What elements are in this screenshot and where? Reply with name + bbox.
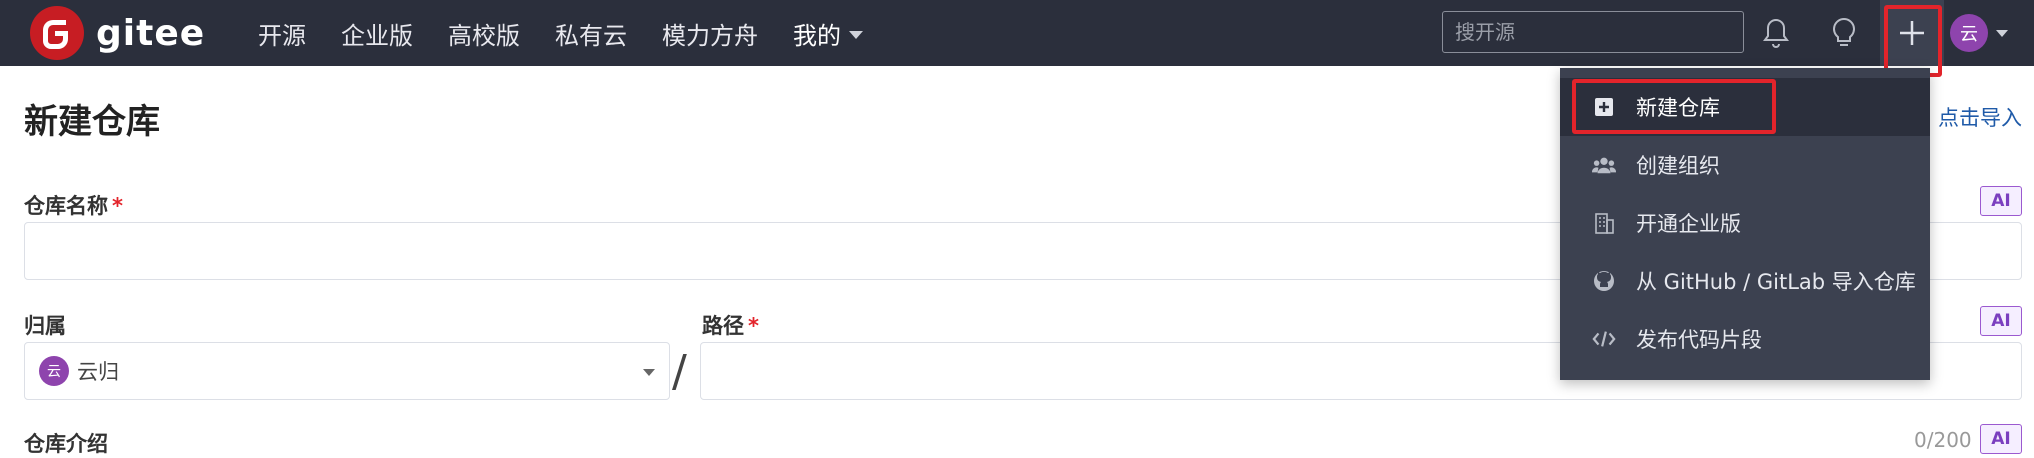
chevron-down-icon: [849, 30, 863, 39]
create-plus-button[interactable]: [1880, 0, 1944, 66]
required-mark: *: [748, 314, 759, 338]
building-icon: [1592, 211, 1616, 235]
nav-enterprise[interactable]: 企业版: [341, 16, 413, 51]
plus-square-icon: [1592, 95, 1616, 119]
ai-badge-path[interactable]: AI: [1980, 306, 2022, 336]
menu-item-label: 开通企业版: [1636, 212, 1741, 236]
gitee-logo[interactable]: gitee: [30, 6, 205, 60]
menu-item-publish-snippet[interactable]: 发布代码片段: [1560, 310, 1930, 368]
menu-item-label: 创建组织: [1636, 154, 1720, 178]
nav-mine-label: 我的: [793, 21, 841, 50]
chevron-down-icon: [643, 369, 655, 376]
github-icon: [1592, 269, 1616, 293]
gitee-logo-icon: [30, 6, 84, 60]
import-link[interactable]: 点击导入: [1938, 102, 2022, 132]
nav-private-cloud[interactable]: 私有云: [555, 16, 627, 51]
menu-item-enterprise[interactable]: 开通企业版: [1560, 194, 1930, 252]
nav-open-source[interactable]: 开源: [258, 16, 306, 51]
top-navbar: gitee 开源 企业版 高校版 私有云 模力方舟 我的 云: [0, 0, 2034, 66]
path-separator: /: [672, 346, 687, 397]
main-nav: 开源 企业版 高校版 私有云 模力方舟 我的: [258, 0, 898, 66]
ai-badge-repo-name[interactable]: AI: [1980, 186, 2022, 216]
search-input[interactable]: [1442, 11, 1744, 53]
page-title: 新建仓库: [24, 102, 160, 142]
nav-mine-dropdown[interactable]: 我的: [793, 16, 863, 51]
user-avatar[interactable]: 云: [1950, 14, 1988, 52]
menu-item-new-repo[interactable]: 新建仓库: [1560, 78, 1930, 136]
menu-item-import-github-gitlab[interactable]: 从 GitHub / GitLab 导入仓库: [1560, 252, 1930, 310]
code-icon: [1592, 327, 1616, 351]
logo-text: gitee: [96, 12, 206, 54]
users-icon: [1592, 153, 1616, 177]
repo-name-label: 仓库名称 *: [24, 190, 123, 220]
owner-avatar: 云: [39, 356, 69, 386]
menu-item-label: 发布代码片段: [1636, 328, 1762, 352]
menu-item-label: 从 GitHub / GitLab 导入仓库: [1636, 270, 1916, 294]
lightbulb-icon[interactable]: [1826, 14, 1862, 52]
plus-icon: [1900, 21, 1924, 45]
ai-badge-intro[interactable]: AI: [1980, 424, 2022, 454]
repo-name-label-text: 仓库名称: [24, 194, 108, 218]
required-mark: *: [112, 194, 123, 218]
path-label-text: 路径: [702, 314, 744, 338]
menu-item-label: 新建仓库: [1636, 96, 1720, 120]
avatar-chevron-down-icon[interactable]: [1996, 30, 2008, 37]
owner-select[interactable]: 云 云归: [24, 342, 670, 400]
intro-label: 仓库介绍: [24, 432, 108, 456]
intro-counter: 0/200: [1914, 428, 1972, 452]
menu-item-create-org[interactable]: 创建组织: [1560, 136, 1930, 194]
create-dropdown-menu: 新建仓库 创建组织 开通企业版 从 GitHub / GitLab 导入仓库 发…: [1560, 68, 1930, 380]
nav-moli-fangzhou[interactable]: 模力方舟: [662, 16, 758, 51]
nav-education[interactable]: 高校版: [448, 16, 520, 51]
path-label: 路径 *: [702, 310, 759, 340]
bell-icon[interactable]: [1758, 14, 1794, 52]
owner-label: 归属: [24, 314, 66, 338]
owner-value: 云归: [77, 360, 119, 384]
